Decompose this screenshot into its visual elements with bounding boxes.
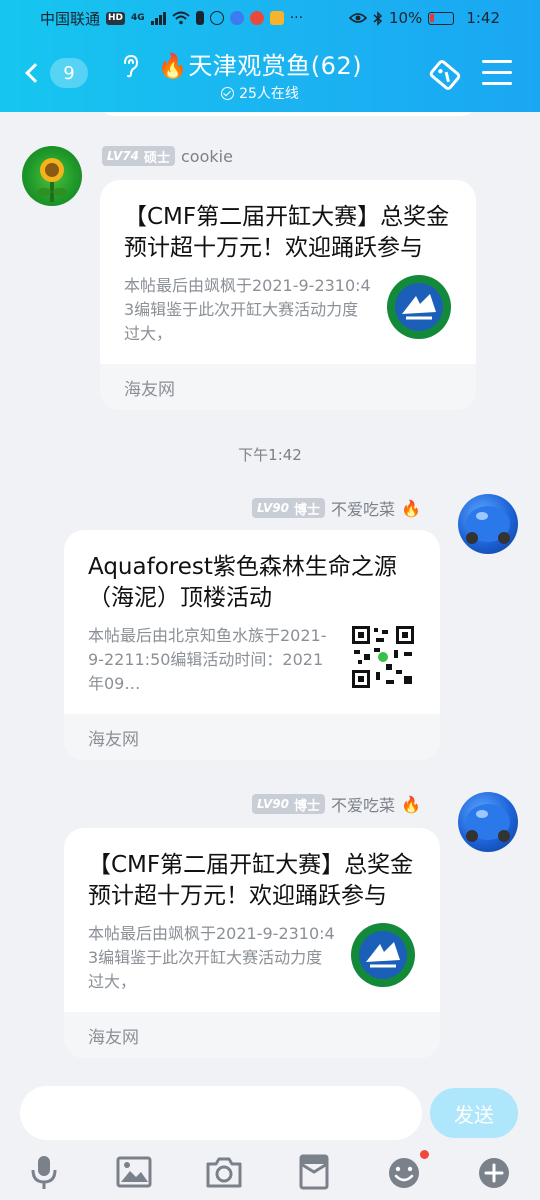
unread-count-badge: 9 [50,58,88,88]
camera-icon[interactable] [204,1152,244,1192]
more-notifications-icon: ··· [289,10,304,26]
link-card[interactable]: Aquaforest紫色森林生命之源（海泥）顶楼活动 本帖最后由北京知鱼水族于2… [64,530,440,760]
card-source: 海友网 [64,714,440,760]
card-title: 【CMF第二届开缸大赛】总奖金预计超十万元！欢迎踊跃参与 [124,204,450,261]
card-source: 海友网 [100,364,476,410]
sender-info: LV90 博士 不爱吃菜 🔥 [252,496,421,520]
online-count: 25人在线 [150,83,370,103]
link-card[interactable]: 【CMF第二届开缸大赛】总奖金预计超十万元！欢迎踊跃参与 本帖最后由飒枫于202… [100,180,476,410]
level-badge: LV90 博士 [252,794,325,814]
notification-dot [420,1150,429,1159]
card-description: 本帖最后由飒枫于2021-9-2310:43编辑鉴于此次开缸大赛活动力度过大， [124,276,371,343]
link-card[interactable]: 【CMF第二届开缸大赛】总奖金预计超十万元！欢迎踊跃参与 本帖最后由飒枫于202… [64,828,440,1058]
clock-time: 1:42 [466,9,500,27]
group-tag-button[interactable] [426,56,464,94]
bulb-notif-icon [229,11,244,25]
chat-header: 中国联通 HD 4G ··· 10% 1:42 9 🔥天津观赏鱼(62) 25人… [0,0,540,112]
eye-icon [348,13,367,23]
weibo-notif-icon [249,11,264,25]
previous-card-edge [100,112,476,116]
earpiece-mode-icon[interactable] [120,54,142,78]
battery-percent: 10% [388,9,423,27]
level-badge: LV90 博士 [252,498,325,518]
fire-icon: 🔥 [157,52,189,80]
red-packet-icon[interactable] [294,1152,334,1192]
network-label: 4G [131,13,145,23]
input-toolbar [0,1148,540,1198]
chevron-left-icon [25,63,45,83]
group-title: 🔥天津观赏鱼(62) [157,52,363,80]
sender-info: LV74 硕士 cookie [102,146,233,166]
group-title-block[interactable]: 🔥天津观赏鱼(62) 25人在线 [150,46,370,103]
club-logo-icon [351,923,415,987]
message-list[interactable]: LV74 硕士 cookie 【CMF第二届开缸大赛】总奖金预计超十万元！欢迎踊跃… [0,112,540,1080]
alert-icon [195,11,204,25]
card-description: 本帖最后由北京知鱼水族于2021-9-2211:50编辑活动时间：2021年09… [88,626,327,693]
back-button[interactable]: 9 [20,54,88,92]
app-notif-icon-2 [269,11,284,25]
sender-name[interactable]: 不爱吃菜 [331,496,395,520]
nav-bar: 9 🔥天津观赏鱼(62) 25人在线 [0,40,540,108]
card-description: 本帖最后由飒枫于2021-9-2310:43编辑鉴于此次开缸大赛活动力度过大， [88,924,335,991]
carrier-label: 中国联通 [40,9,101,28]
image-icon[interactable] [114,1152,154,1192]
fire-icon: 🔥 [401,498,421,518]
hd-badge: HD [106,11,126,25]
check-circle-icon [221,86,235,100]
sender-info: LV90 博士 不爱吃菜 🔥 [252,792,421,816]
send-button[interactable]: 发送 [430,1088,518,1138]
avatar[interactable] [22,146,82,206]
card-source: 海友网 [64,1012,440,1058]
plus-icon[interactable] [474,1152,514,1192]
level-badge: LV74 硕士 [102,146,175,166]
app-notif-icon [209,11,224,25]
signal-icon [150,11,166,25]
microphone-icon[interactable] [24,1152,64,1192]
club-logo-icon [387,275,451,339]
sender-name[interactable]: cookie [181,147,233,166]
emoji-icon [389,1158,419,1188]
time-divider: 下午1:42 [238,446,302,464]
qr-code-icon [350,624,416,690]
status-bar: 中国联通 HD 4G ··· 10% 1:42 [0,0,540,36]
battery-icon [428,11,455,25]
message-input[interactable] [20,1086,422,1140]
input-bar: 发送 [0,1080,540,1200]
sender-name[interactable]: 不爱吃菜 [331,792,395,816]
wifi-icon [172,11,190,25]
avatar[interactable] [458,494,518,554]
menu-icon[interactable] [482,60,512,88]
bluetooth-icon [373,10,383,26]
fire-icon: 🔥 [401,794,421,814]
avatar[interactable] [458,792,518,852]
card-title: Aquaforest紫色森林生命之源（海泥）顶楼活动 [88,554,397,611]
card-title: 【CMF第二届开缸大赛】总奖金预计超十万元！欢迎踊跃参与 [88,852,414,909]
emoji-button[interactable] [384,1150,429,1192]
